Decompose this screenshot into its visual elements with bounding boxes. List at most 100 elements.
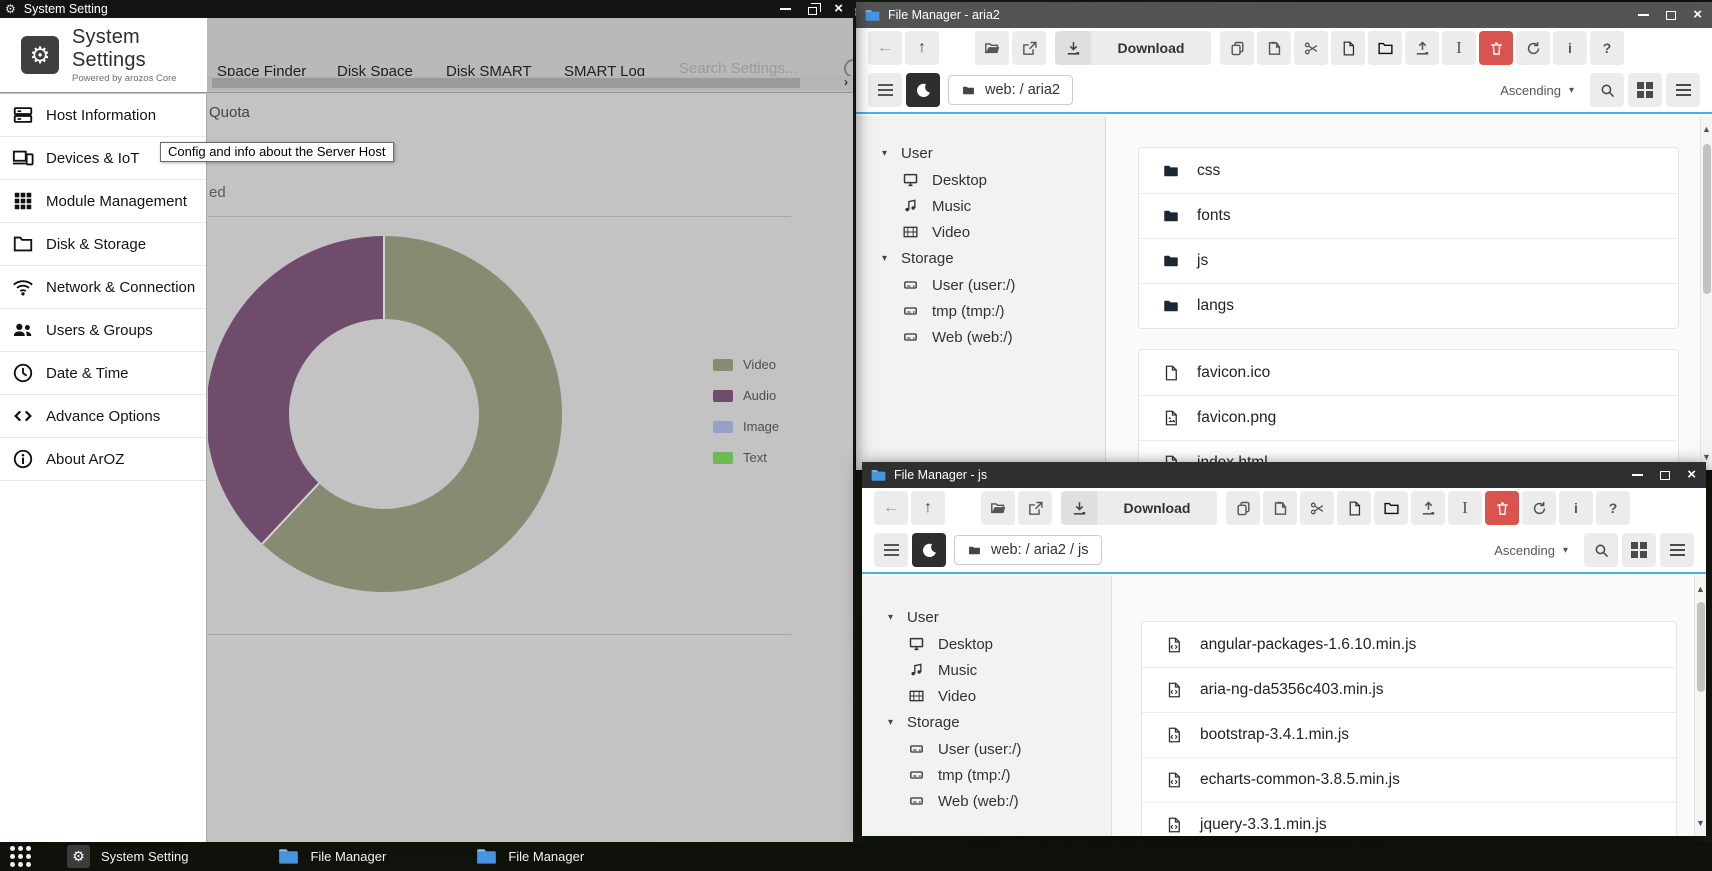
copy-button[interactable] (1220, 31, 1254, 65)
refresh-button[interactable] (1516, 31, 1550, 65)
new-file-button[interactable] (1337, 491, 1371, 525)
tree-item[interactable]: Desktop (856, 167, 1105, 193)
up-button[interactable]: ↑ (911, 491, 945, 525)
menu-button[interactable] (874, 533, 908, 567)
breadcrumb[interactable]: web: / aria2 / js (954, 535, 1102, 565)
up-button[interactable]: ↑ (905, 31, 939, 65)
list-view-button[interactable] (1660, 533, 1694, 567)
sort-order-select[interactable]: Ascending ▾ (1500, 83, 1574, 98)
file-row[interactable]: echarts-common-3.8.5.min.js (1142, 757, 1676, 802)
refresh-button[interactable] (1522, 491, 1556, 525)
sidebar-item[interactable]: Date & Time (0, 352, 206, 395)
sidebar-item[interactable]: Host Information (0, 94, 206, 137)
info-button[interactable]: i (1559, 491, 1593, 525)
search-button[interactable] (1584, 533, 1618, 567)
breadcrumb[interactable]: web: / aria2 (948, 75, 1073, 105)
vertical-scrollbar[interactable]: ▲ ▼ (1700, 116, 1712, 470)
tree-item[interactable]: Desktop (862, 631, 1111, 657)
file-row[interactable]: favicon.ico (1139, 350, 1678, 395)
scrollbar-thumb[interactable] (212, 78, 800, 88)
tree-item[interactable]: Video (862, 683, 1111, 709)
sidebar-item[interactable]: Disk & Storage (0, 223, 206, 266)
rename-button[interactable]: I (1442, 31, 1476, 65)
scroll-up-icon[interactable]: ▲ (1702, 124, 1711, 134)
upload-button[interactable] (1405, 31, 1439, 65)
cut-button[interactable] (1294, 31, 1328, 65)
restore-button[interactable] (808, 7, 817, 15)
file-row[interactable]: favicon.png (1139, 395, 1678, 440)
titlebar[interactable]: File Manager - js × (862, 462, 1706, 488)
tree-group[interactable]: ▾ Storage (856, 245, 1105, 272)
tree-item[interactable]: Music (862, 657, 1111, 683)
scroll-right-arrow-icon[interactable]: › (844, 75, 848, 89)
scroll-up-icon[interactable]: ▲ (1696, 584, 1705, 594)
tree-item[interactable]: Video (856, 219, 1105, 245)
maximize-button[interactable] (1666, 11, 1676, 20)
open-button[interactable] (981, 491, 1015, 525)
sidebar-item[interactable]: About ArOZ (0, 438, 206, 481)
vertical-scrollbar[interactable]: ▲ ▼ (1694, 576, 1706, 836)
close-button[interactable]: × (834, 4, 843, 14)
settings-search-input[interactable] (679, 60, 809, 77)
scroll-down-icon[interactable]: ▼ (1696, 818, 1705, 828)
help-button[interactable]: ? (1590, 31, 1624, 65)
sidebar-item[interactable]: Network & Connection (0, 266, 206, 309)
delete-button[interactable] (1485, 491, 1519, 525)
taskbar-item-system-setting[interactable]: ⚙ System Setting (67, 845, 188, 868)
file-row[interactable]: bootstrap-3.4.1.min.js (1142, 712, 1676, 757)
close-button[interactable]: × (1687, 470, 1696, 480)
paste-button[interactable] (1263, 491, 1297, 525)
taskbar-item-file-manager-1[interactable]: File Manager (278, 848, 386, 865)
taskbar-item-file-manager-2[interactable]: File Manager (476, 848, 584, 865)
tree-group[interactable]: ▾ Storage (862, 709, 1111, 736)
upload-button[interactable] (1411, 491, 1445, 525)
info-button[interactable]: i (1553, 31, 1587, 65)
new-file-button[interactable] (1331, 31, 1365, 65)
tree-item[interactable]: tmp (tmp:/) (856, 298, 1105, 324)
file-row[interactable]: jquery-3.3.1.min.js (1142, 802, 1676, 836)
list-view-button[interactable] (1666, 73, 1700, 107)
file-row[interactable]: js (1139, 238, 1678, 283)
tree-item[interactable]: tmp (tmp:/) (862, 762, 1111, 788)
file-row[interactable]: css (1139, 148, 1678, 193)
new-folder-button[interactable] (1374, 491, 1408, 525)
open-in-new-window-button[interactable] (1012, 31, 1046, 65)
file-row[interactable]: fonts (1139, 193, 1678, 238)
maximize-button[interactable] (1660, 471, 1670, 480)
tree-group[interactable]: ▾ User (862, 604, 1111, 631)
app-launcher-button[interactable] (10, 846, 31, 867)
sidebar-item[interactable]: Users & Groups (0, 309, 206, 352)
tree-item[interactable]: User (user:/) (862, 736, 1111, 762)
tree-item[interactable]: Web (web:/) (856, 324, 1105, 350)
close-button[interactable]: × (1693, 10, 1702, 20)
titlebar[interactable]: File Manager - aria2 × (856, 2, 1712, 28)
sidebar-item[interactable]: Advance Options (0, 395, 206, 438)
back-button[interactable]: ← (874, 491, 908, 525)
scrollbar-thumb[interactable] (1697, 602, 1705, 692)
tree-item[interactable]: User (user:/) (856, 272, 1105, 298)
minimize-button[interactable] (1632, 474, 1643, 476)
scroll-down-icon[interactable]: ▼ (1702, 452, 1711, 462)
system-settings-titlebar[interactable]: ⚙ System Setting × (0, 0, 853, 18)
download-button[interactable]: Download (1055, 31, 1211, 65)
help-button[interactable]: ? (1596, 491, 1630, 525)
minimize-button[interactable] (1638, 14, 1649, 16)
sidebar-item[interactable]: Module Management (0, 180, 206, 223)
tree-item[interactable]: Music (856, 193, 1105, 219)
delete-button[interactable] (1479, 31, 1513, 65)
tree-group[interactable]: ▾ User (856, 140, 1105, 167)
open-in-new-window-button[interactable] (1018, 491, 1052, 525)
back-button[interactable]: ← (868, 31, 902, 65)
minimize-button[interactable] (780, 8, 791, 10)
scrollbar-thumb[interactable] (1703, 144, 1711, 294)
grid-view-button[interactable] (1622, 533, 1656, 567)
cut-button[interactable] (1300, 491, 1334, 525)
dark-mode-toggle[interactable] (906, 73, 940, 107)
grid-view-button[interactable] (1628, 73, 1662, 107)
rename-button[interactable]: I (1448, 491, 1482, 525)
menu-button[interactable] (868, 73, 902, 107)
copy-button[interactable] (1226, 491, 1260, 525)
open-button[interactable] (975, 31, 1009, 65)
tree-item[interactable]: Web (web:/) (862, 788, 1111, 814)
new-folder-button[interactable] (1368, 31, 1402, 65)
